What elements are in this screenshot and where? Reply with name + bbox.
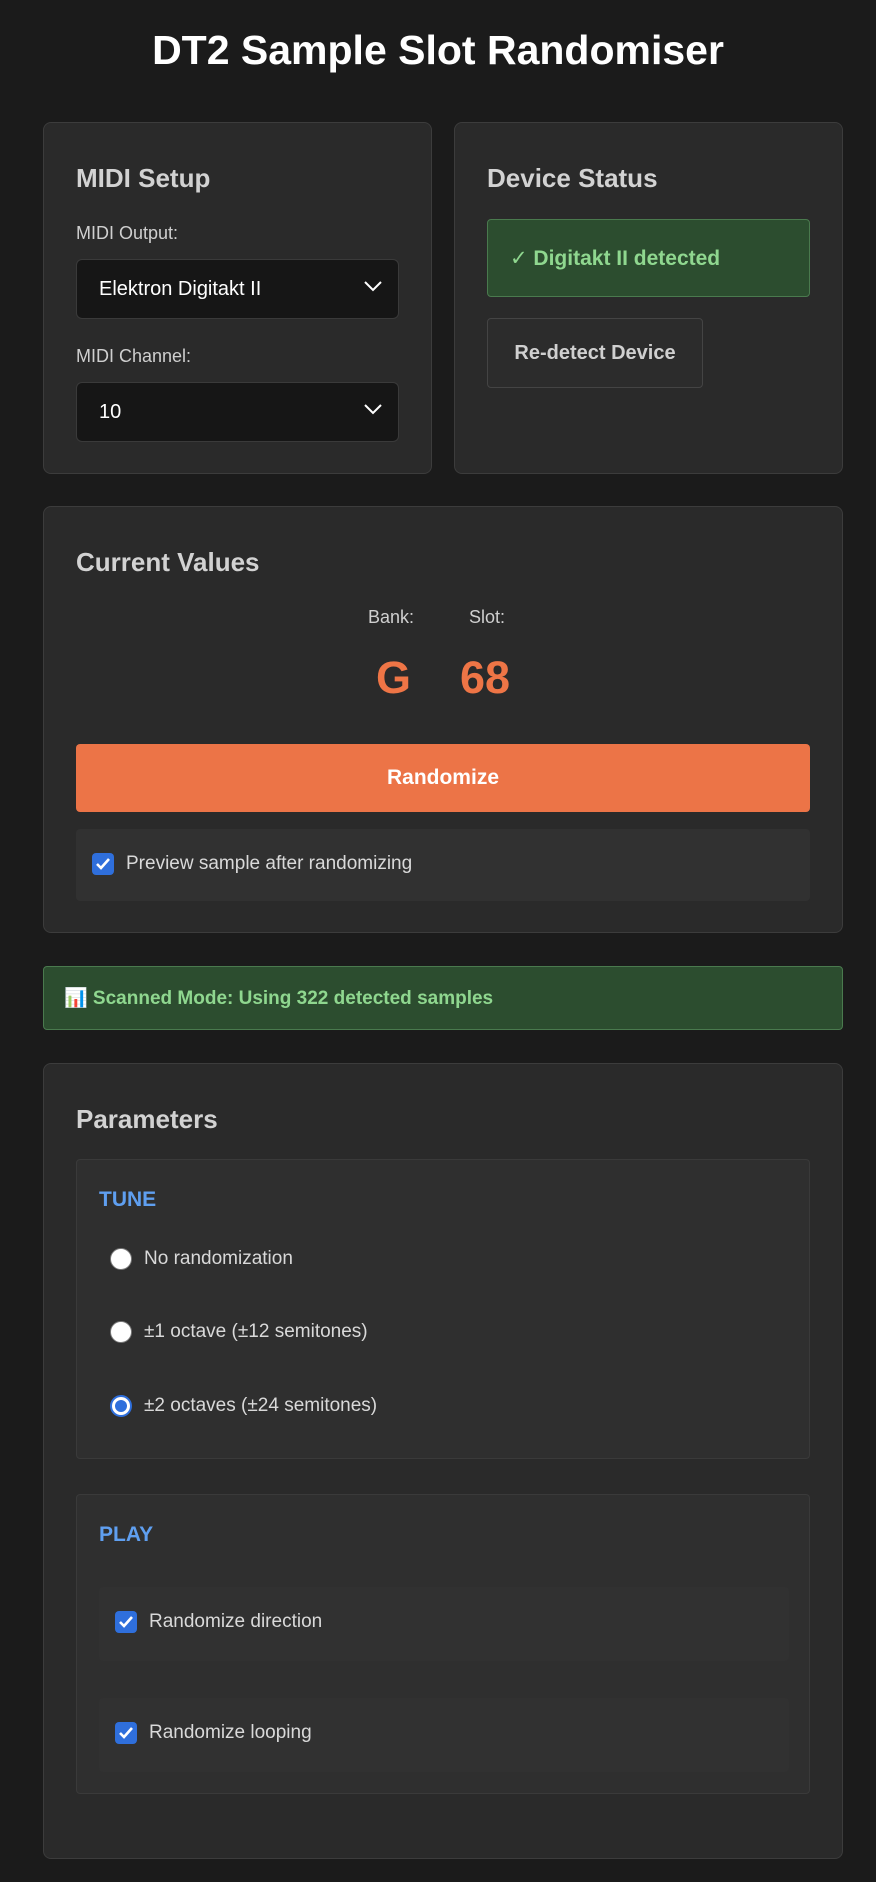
scan-mode-banner: 📊 Scanned Mode: Using 322 detected sampl… — [43, 966, 843, 1030]
chevron-down-icon — [364, 404, 382, 415]
tune-radio-1-octave[interactable] — [110, 1321, 132, 1343]
randomize-button[interactable]: Randomize — [76, 744, 810, 812]
chevron-down-icon — [364, 281, 382, 292]
midi-channel-label: MIDI Channel: — [76, 346, 192, 366]
tune-option-label: ±1 octave (±12 semitones) — [144, 1321, 368, 1342]
midi-output-select[interactable]: Elektron Digitakt II — [76, 259, 399, 319]
parameters-heading: Parameters — [76, 1104, 218, 1134]
redetect-device-button[interactable]: Re-detect Device — [487, 318, 703, 388]
randomize-looping-label: Randomize looping — [149, 1722, 312, 1743]
device-status-card: Device Status ✓ Digitakt II detected Re-… — [454, 122, 843, 474]
midi-setup-card: MIDI Setup MIDI Output: Elektron Digitak… — [43, 122, 432, 474]
preview-checkbox[interactable] — [92, 853, 114, 875]
page-title: DT2 Sample Slot Randomiser — [152, 27, 724, 73]
play-section: PLAY Randomize direction Randomize loopi… — [76, 1494, 810, 1794]
device-status-heading: Device Status — [487, 163, 658, 193]
play-title: PLAY — [99, 1523, 154, 1546]
checkmark-icon — [119, 1616, 133, 1628]
current-values-heading: Current Values — [76, 547, 260, 577]
parameters-card: Parameters TUNE No randomization ±1 octa… — [43, 1063, 843, 1859]
midi-channel-value: 10 — [99, 400, 122, 423]
checkmark-icon — [96, 858, 110, 870]
midi-output-label: MIDI Output: — [76, 223, 179, 243]
randomize-looping-row[interactable]: Randomize looping — [99, 1698, 789, 1772]
tune-radio-none[interactable] — [110, 1248, 132, 1270]
randomize-direction-checkbox[interactable] — [115, 1611, 137, 1633]
randomize-direction-label: Randomize direction — [149, 1611, 323, 1632]
preview-label: Preview sample after randomizing — [126, 853, 413, 874]
device-detected-status: ✓ Digitakt II detected — [487, 219, 810, 297]
bank-label: Bank: — [368, 607, 415, 627]
tune-radio-2-octaves[interactable] — [110, 1395, 132, 1417]
midi-setup-heading: MIDI Setup — [76, 163, 211, 193]
preview-option-row[interactable]: Preview sample after randomizing — [76, 829, 810, 901]
slot-value: 68 — [460, 652, 511, 703]
randomize-direction-row[interactable]: Randomize direction — [99, 1587, 789, 1661]
randomize-looping-checkbox[interactable] — [115, 1722, 137, 1744]
tune-option-label: No randomization — [144, 1248, 293, 1269]
midi-output-value: Elektron Digitakt II — [99, 277, 262, 300]
tune-option-label: ±2 octaves (±24 semitones) — [144, 1395, 378, 1416]
tune-section: TUNE No randomization ±1 octave (±12 sem… — [76, 1159, 810, 1459]
midi-channel-select[interactable]: 10 — [76, 382, 399, 442]
checkmark-icon — [119, 1727, 133, 1739]
current-values-card: Current Values Bank: Slot: G 68 Randomiz… — [43, 506, 843, 933]
tune-title: TUNE — [99, 1188, 157, 1211]
bank-value: G — [376, 652, 412, 703]
slot-label: Slot: — [469, 607, 506, 627]
